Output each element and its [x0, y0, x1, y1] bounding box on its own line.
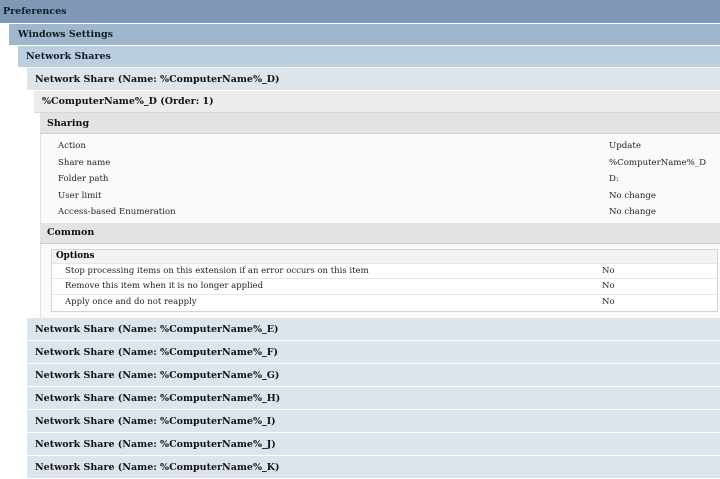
section-windows-settings[interactable]: Windows Settings — [9, 24, 720, 46]
option-row: Apply once and do not reapply No — [52, 293, 717, 309]
property-key: Share name — [58, 157, 111, 168]
property-row: User limit No change — [41, 188, 720, 205]
share-item-header[interactable]: %ComputerName%_D (Order: 1) — [34, 91, 720, 113]
section-preferences[interactable]: Preferences — [0, 0, 720, 24]
option-key: Apply once and do not reapply — [52, 293, 602, 309]
network-share-d-title: Network Share (Name: %ComputerName%_D) — [35, 73, 280, 85]
property-value: %ComputerName%_D — [609, 157, 706, 168]
property-row: Folder path D: — [41, 171, 720, 188]
network-share-title: Network Share (Name: %ComputerName%_K) — [35, 461, 280, 473]
option-key: Remove this item when it is no longer ap… — [52, 278, 602, 294]
common-section-header[interactable]: Common — [40, 222, 720, 244]
sharing-property-table: Action Update Share name %ComputerName%_… — [41, 138, 720, 221]
property-row: Action Update — [41, 138, 720, 155]
common-heading: Common — [47, 227, 95, 238]
property-value: D: — [609, 174, 619, 185]
section-network-shares[interactable]: Network Shares — [18, 46, 720, 68]
property-row: Share name %ComputerName%_D — [41, 155, 720, 172]
network-share-e-header[interactable]: Network Share (Name: %ComputerName%_E) — [27, 318, 720, 341]
property-key: User limit — [58, 190, 102, 201]
options-heading: Options — [52, 249, 717, 263]
network-share-h-header[interactable]: Network Share (Name: %ComputerName%_H) — [27, 387, 720, 410]
network-share-i-header[interactable]: Network Share (Name: %ComputerName%_I) — [27, 410, 720, 433]
network-share-title: Network Share (Name: %ComputerName%_E) — [35, 323, 279, 335]
property-row: Access-based Enumeration No change — [41, 204, 720, 221]
option-value: No — [602, 293, 717, 309]
network-share-j-header[interactable]: Network Share (Name: %ComputerName%_J) — [27, 433, 720, 456]
property-value: No change — [609, 190, 657, 201]
sharing-section-header[interactable]: Sharing — [40, 113, 720, 134]
network-share-g-header[interactable]: Network Share (Name: %ComputerName%_G) — [27, 364, 720, 387]
property-value: Update — [609, 141, 641, 152]
property-key: Action — [58, 141, 86, 152]
options-group: Options Stop processing items on this ex… — [51, 248, 718, 312]
preferences-heading: Preferences — [3, 6, 67, 17]
option-row: Remove this item when it is no longer ap… — [52, 278, 717, 294]
option-value: No — [602, 278, 717, 294]
network-share-title: Network Share (Name: %ComputerName%_H) — [35, 392, 281, 404]
sharing-properties: Action Update Share name %ComputerName%_… — [40, 134, 720, 223]
common-body: Options Stop processing items on this ex… — [40, 243, 720, 318]
option-value: No — [602, 262, 717, 279]
share-item-title: %ComputerName%_D (Order: 1) — [42, 96, 214, 107]
sharing-heading: Sharing — [47, 117, 90, 129]
network-share-f-header[interactable]: Network Share (Name: %ComputerName%_F) — [27, 341, 720, 364]
property-value: No change — [609, 207, 657, 218]
option-key: Stop processing items on this extension … — [52, 262, 602, 279]
property-key: Folder path — [58, 174, 109, 185]
gpo-report: Preferences Windows Settings Network Sha… — [0, 0, 720, 479]
option-row: Stop processing items on this extension … — [52, 262, 717, 279]
network-share-k-header[interactable]: Network Share (Name: %ComputerName%_K) — [27, 456, 720, 479]
network-share-title: Network Share (Name: %ComputerName%_I) — [35, 415, 276, 427]
options-table: Stop processing items on this extension … — [52, 262, 717, 309]
network-share-title: Network Share (Name: %ComputerName%_J) — [35, 438, 276, 450]
network-share-title: Network Share (Name: %ComputerName%_F) — [35, 346, 278, 358]
property-key: Access-based Enumeration — [58, 207, 176, 218]
network-share-d-header[interactable]: Network Share (Name: %ComputerName%_D) — [27, 68, 720, 91]
network-shares-heading: Network Shares — [26, 51, 111, 62]
network-share-title: Network Share (Name: %ComputerName%_G) — [35, 369, 280, 381]
windows-settings-heading: Windows Settings — [18, 29, 114, 40]
